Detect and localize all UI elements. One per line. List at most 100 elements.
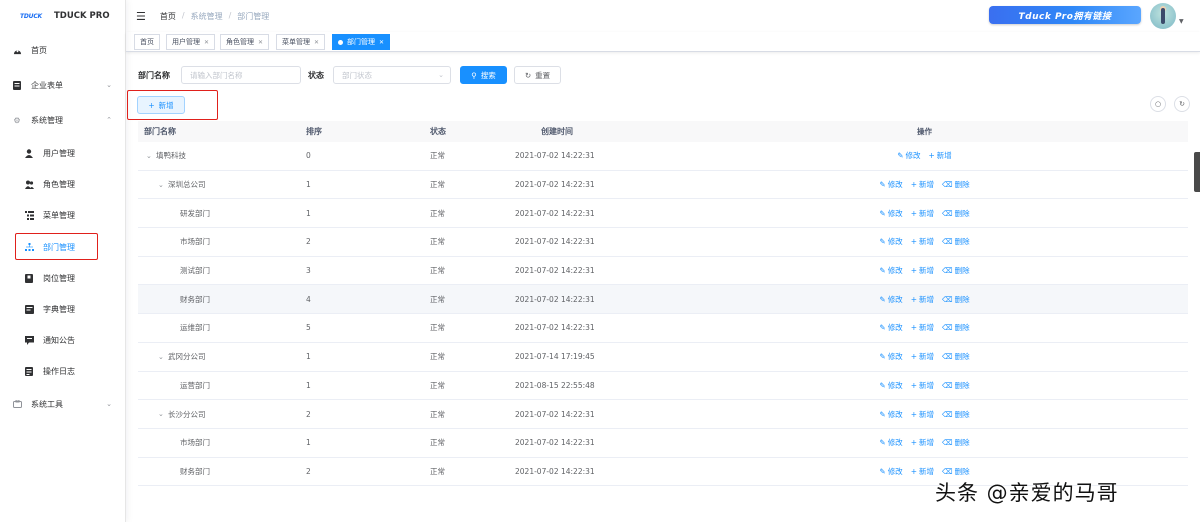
status-select[interactable]: 部门状态 ⌄	[333, 66, 451, 84]
edit-link[interactable]: ✎ 修改	[879, 179, 902, 190]
cell-time: 2021-07-02 14:22:31	[515, 180, 595, 190]
col-name: 部门名称	[144, 127, 176, 136]
side-handle[interactable]	[1194, 152, 1200, 192]
dept-name: 深圳总公司	[168, 180, 206, 190]
tag-menus[interactable]: 菜单管理 ✕	[276, 34, 326, 50]
sidebar-item-menus[interactable]: 菜单管理	[0, 201, 126, 229]
close-icon[interactable]: ✕	[379, 39, 384, 46]
edit-label: 修改	[887, 180, 903, 190]
plus-icon: +	[910, 208, 917, 218]
tag-users[interactable]: 用户管理 ✕	[166, 34, 216, 50]
cell-name: ⌄ 填鸭科技	[138, 150, 306, 161]
cell-ops: ✎ 修改 + 新增 ⌫ 删除	[661, 322, 1188, 333]
delete-link[interactable]: ⌫ 删除	[942, 236, 970, 247]
reset-button[interactable]: ↻ 重置	[514, 66, 561, 84]
toggle-search-icon[interactable]: ○	[1150, 96, 1166, 112]
delete-label: 删除	[954, 180, 970, 190]
close-icon[interactable]: ✕	[204, 39, 209, 46]
add-link[interactable]: + 新增	[929, 150, 952, 161]
plus-icon: +	[910, 294, 917, 304]
edit-icon: ✎	[879, 237, 886, 247]
edit-link[interactable]: ✎ 修改	[879, 351, 902, 362]
sidebar-item-posts[interactable]: 岗位管理	[0, 264, 126, 292]
edit-link[interactable]: ✎ 修改	[879, 322, 902, 333]
chevron-down-icon[interactable]: ⌄	[146, 152, 156, 160]
cell-status: 正常	[430, 323, 445, 333]
search-button[interactable]: ⚲ 搜索	[460, 66, 507, 84]
breadcrumb-item[interactable]: 系统管理	[191, 11, 223, 22]
edit-link[interactable]: ✎ 修改	[879, 265, 902, 276]
delete-link[interactable]: ⌫ 删除	[942, 466, 970, 477]
add-link[interactable]: + 新增	[911, 294, 934, 305]
active-dot-icon	[338, 39, 343, 45]
chevron-down-icon: ⌄	[106, 400, 112, 408]
edit-link[interactable]: ✎ 修改	[879, 466, 902, 477]
add-link[interactable]: + 新增	[911, 409, 934, 420]
edit-link[interactable]: ✎ 修改	[897, 150, 920, 161]
add-link[interactable]: + 新增	[911, 437, 934, 448]
navbar: ☰ 首页 / 系统管理 / 部门管理 Tduck Pro拥有链接 ▼	[126, 0, 1200, 32]
delete-link[interactable]: ⌫ 删除	[942, 437, 970, 448]
chevron-down-icon[interactable]: ⌄	[158, 410, 168, 418]
edit-link[interactable]: ✎ 修改	[879, 294, 902, 305]
edit-label: 修改	[905, 151, 921, 161]
chevron-down-icon[interactable]: ⌄	[158, 353, 168, 361]
add-link[interactable]: + 新增	[911, 236, 934, 247]
dept-name-input[interactable]: 请输入部门名称	[181, 66, 301, 84]
sidebar-item-dict[interactable]: 字典管理	[0, 295, 126, 323]
search-icon: ⚲	[471, 70, 477, 80]
table-header: 部门名称 排序 状态 创建时间 操作	[138, 121, 1188, 142]
tag-roles[interactable]: 角色管理 ✕	[220, 34, 270, 50]
delete-link[interactable]: ⌫ 删除	[942, 322, 970, 333]
delete-link[interactable]: ⌫ 删除	[942, 179, 970, 190]
edit-link[interactable]: ✎ 修改	[879, 380, 902, 391]
add-link[interactable]: + 新增	[911, 208, 934, 219]
promo-banner[interactable]: Tduck Pro拥有链接	[989, 6, 1141, 24]
delete-link[interactable]: ⌫ 删除	[942, 208, 970, 219]
sidebar-item-tools[interactable]: 系统工具 ⌄	[0, 390, 126, 418]
breadcrumb-item[interactable]: 首页	[160, 11, 176, 22]
add-link[interactable]: + 新增	[911, 322, 934, 333]
close-icon[interactable]: ✕	[258, 39, 263, 46]
sidebar-item-enterprise-form[interactable]: 企业表单 ⌄	[0, 71, 126, 99]
delete-link[interactable]: ⌫ 删除	[942, 294, 970, 305]
sidebar-item-home[interactable]: 首页	[0, 36, 126, 64]
cell-time: 2021-07-02 14:22:31	[515, 208, 595, 218]
close-icon[interactable]: ✕	[314, 39, 319, 46]
logo[interactable]: TDUCK TDUCK PRO	[0, 0, 125, 32]
sidebar-item-notices[interactable]: 通知公告	[0, 326, 126, 354]
cell-status: 正常	[430, 294, 445, 304]
delete-link[interactable]: ⌫ 删除	[942, 265, 970, 276]
cell-name: 财务部门	[138, 466, 306, 477]
sidebar-item-roles[interactable]: 角色管理	[0, 170, 126, 198]
edit-link[interactable]: ✎ 修改	[879, 236, 902, 247]
add-link[interactable]: + 新增	[911, 351, 934, 362]
delete-link[interactable]: ⌫ 删除	[942, 351, 970, 362]
sidebar-item-label: 系统工具	[31, 399, 63, 409]
add-link[interactable]: + 新增	[911, 179, 934, 190]
tag-home[interactable]: 首页	[134, 34, 160, 50]
add-link[interactable]: + 新增	[911, 380, 934, 391]
dept-name-label: 部门名称	[138, 71, 170, 80]
caret-down-icon[interactable]: ▼	[1179, 18, 1184, 25]
cell-status: 正常	[430, 438, 445, 448]
trash-icon: ⌫	[941, 438, 953, 448]
avatar[interactable]	[1150, 3, 1176, 29]
edit-link[interactable]: ✎ 修改	[879, 409, 902, 420]
delete-link[interactable]: ⌫ 删除	[942, 380, 970, 391]
edit-link[interactable]: ✎ 修改	[879, 437, 902, 448]
add-link[interactable]: + 新增	[911, 466, 934, 477]
sidebar-item-logs[interactable]: 操作日志	[0, 357, 126, 385]
cell-name: 测试部门	[138, 265, 306, 276]
add-link[interactable]: + 新增	[911, 265, 934, 276]
trash-icon: ⌫	[941, 323, 953, 333]
hamburger-icon[interactable]: ☰	[136, 10, 146, 23]
trash-icon: ⌫	[941, 466, 953, 476]
refresh-icon[interactable]: ↻	[1174, 96, 1190, 112]
sidebar-item-users[interactable]: 用户管理	[0, 139, 126, 167]
sidebar-item-system[interactable]: ⚙ 系统管理 ⌃	[0, 106, 126, 134]
delete-link[interactable]: ⌫ 删除	[942, 409, 970, 420]
chevron-down-icon[interactable]: ⌄	[158, 181, 168, 189]
tag-departments[interactable]: 部门管理 ✕	[332, 34, 391, 50]
edit-link[interactable]: ✎ 修改	[879, 208, 902, 219]
